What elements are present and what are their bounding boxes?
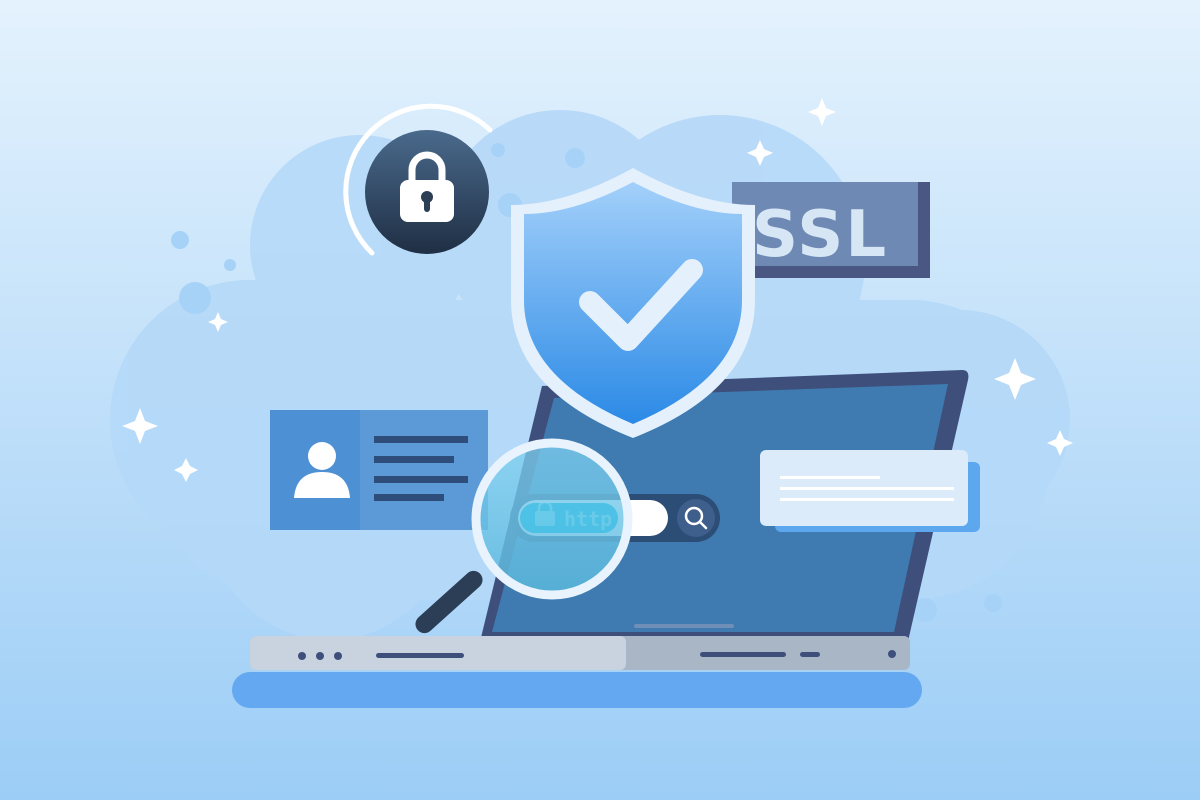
ssl-label: SSL	[752, 198, 888, 272]
platform-shadow	[232, 672, 922, 708]
laptop-base	[250, 636, 910, 670]
ssl-security-illustration: http SSL	[0, 0, 1200, 800]
illustration-canvas: http SSL	[0, 0, 1200, 800]
info-card	[760, 450, 980, 532]
ssl-badge: SSL	[732, 182, 930, 278]
laptop-screen-bar	[634, 624, 734, 628]
profile-card	[270, 410, 488, 530]
